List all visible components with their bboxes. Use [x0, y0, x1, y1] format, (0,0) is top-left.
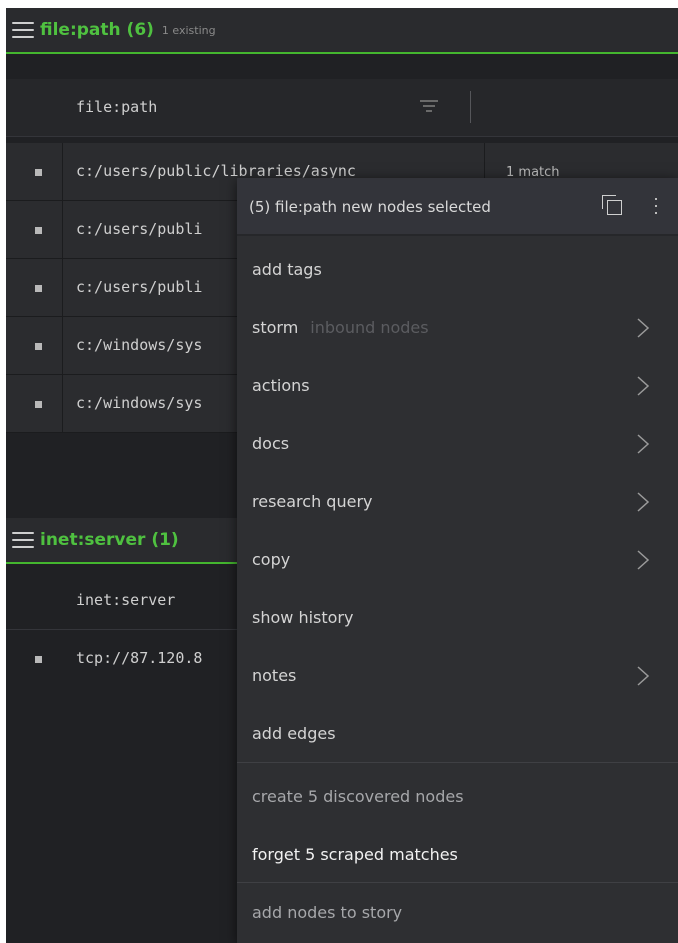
chevron-right-icon — [636, 434, 650, 454]
menu-item-label: docs — [252, 434, 290, 453]
menu-item-docs[interactable]: docs — [237, 415, 678, 473]
row-marker-icon — [35, 169, 42, 176]
menu-item-hint: inbound nodes — [310, 318, 429, 337]
row-marker-icon — [35, 343, 42, 350]
menu-item-label: storm — [252, 318, 299, 337]
menu-item-label: add tags — [252, 260, 322, 279]
menu-item-label: create 5 discovered nodes — [252, 787, 464, 806]
row-value: c:/windows/sys — [76, 394, 203, 412]
menu-item-label: show history — [252, 608, 354, 627]
chevron-right-icon — [636, 376, 650, 396]
menu-item-create-discovered[interactable]: create 5 discovered nodes — [237, 768, 678, 826]
group-title: inet:server (1) — [40, 530, 179, 550]
chevron-right-icon — [636, 492, 650, 512]
row-marker-icon — [35, 656, 42, 663]
chevron-right-icon — [636, 666, 650, 686]
group-title: file:path (6) — [40, 20, 154, 40]
menu-item-show-history[interactable]: show history — [237, 589, 678, 647]
copy-icon[interactable] — [602, 195, 624, 217]
menu-divider — [237, 762, 678, 763]
row-marker-icon — [35, 401, 42, 408]
kebab-menu-icon[interactable] — [655, 198, 659, 214]
menu-item-add-to-story[interactable]: add nodes to story — [237, 884, 678, 942]
chevron-right-icon — [636, 550, 650, 570]
column-resize-handle[interactable] — [470, 91, 471, 123]
menu-item-label: add edges — [252, 724, 336, 743]
group-subtitle: 1 existing — [161, 23, 216, 37]
context-menu: (5) file:path new nodes selected add tag… — [237, 178, 678, 943]
menu-divider — [237, 882, 678, 883]
menu-item-label: forget 5 scraped matches — [252, 845, 458, 864]
row-value: tcp://87.120.8 — [76, 649, 203, 667]
hamburger-icon[interactable] — [12, 532, 34, 548]
menu-item-add-edges[interactable]: add edges — [237, 705, 678, 763]
menu-item-copy[interactable]: copy — [237, 531, 678, 589]
row-marker-icon — [35, 227, 42, 234]
row-marker-icon — [35, 285, 42, 292]
menu-item-research-query[interactable]: research query — [237, 473, 678, 531]
chevron-right-icon — [636, 318, 650, 338]
column-header: file:path — [6, 79, 678, 137]
row-value: c:/users/publi — [76, 220, 203, 238]
menu-item-label: research query — [252, 492, 373, 511]
row-value: c:/windows/sys — [76, 336, 203, 354]
menu-item-add-tags[interactable]: add tags — [237, 241, 678, 299]
row-value: c:/users/publi — [76, 278, 203, 296]
menu-item-label: actions — [252, 376, 310, 395]
menu-header-text: (5) file:path new nodes selected — [249, 198, 491, 216]
menu-item-label: add nodes to story — [252, 903, 403, 922]
menu-item-storm[interactable]: storm inbound nodes — [237, 299, 678, 357]
column-header-label: inet:server — [76, 591, 176, 609]
menu-item-label: copy — [252, 550, 291, 569]
hamburger-icon[interactable] — [12, 22, 34, 38]
menu-header: (5) file:path new nodes selected — [237, 178, 678, 236]
column-header-label: file:path — [76, 98, 158, 116]
group-header-file-path[interactable]: file:path (6) 1 existing — [6, 8, 678, 54]
menu-item-label: notes — [252, 666, 297, 685]
menu-item-notes[interactable]: notes — [237, 647, 678, 705]
menu-item-forget-scraped[interactable]: forget 5 scraped matches — [237, 826, 678, 884]
menu-item-actions[interactable]: actions — [237, 357, 678, 415]
filter-icon[interactable] — [420, 99, 438, 113]
